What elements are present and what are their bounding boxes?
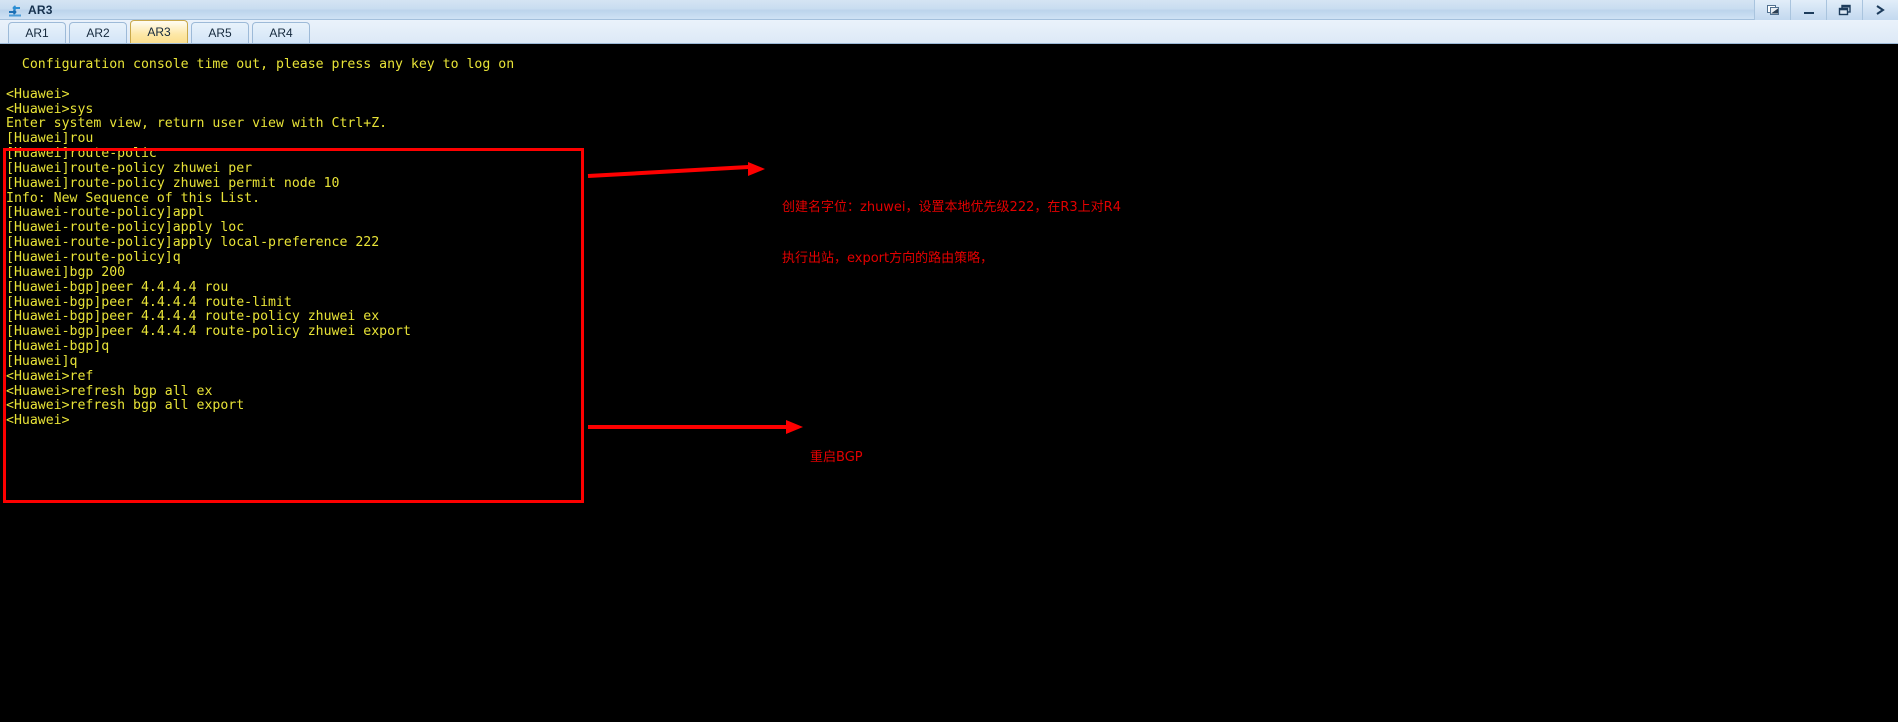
tab-ar2[interactable]: AR2 xyxy=(69,22,127,43)
console-output: Configuration console time out, please p… xyxy=(0,44,1898,429)
console-line: [Huawei]q xyxy=(6,353,78,369)
tab-ar1[interactable]: AR1 xyxy=(8,22,66,43)
tab-label: AR4 xyxy=(269,26,293,40)
console-line: Info: New Sequence of this List. xyxy=(6,190,261,206)
window-titlebar: AR3 xyxy=(0,0,1898,20)
console-line: [Huawei-bgp]peer 4.4.4.4 rou xyxy=(6,279,229,295)
window-controls xyxy=(1754,0,1898,20)
device-tabbar: AR1 AR2 AR3 AR5 AR4 xyxy=(0,20,1898,44)
restart-bgp-note-line1: 重启BGP xyxy=(810,450,863,465)
console-line: <Huawei>refresh bgp all export xyxy=(6,398,245,414)
tab-label: AR1 xyxy=(25,26,49,40)
maximize-window-button[interactable] xyxy=(1826,0,1862,20)
console-line: [Huawei]route-policy zhuwei permit node … xyxy=(6,175,340,191)
console-line: <Huawei> xyxy=(6,413,70,429)
console-line: Enter system view, return user view with… xyxy=(6,116,388,132)
console-line: [Huawei-bgp]peer 4.4.4.4 route-policy zh… xyxy=(6,309,380,325)
tab-ar3[interactable]: AR3 xyxy=(130,20,188,43)
console-line: [Huawei-bgp]q xyxy=(6,339,110,355)
console-terminal[interactable]: Configuration console time out, please p… xyxy=(0,44,1898,722)
router-icon xyxy=(7,2,23,18)
tab-label: AR2 xyxy=(86,26,110,40)
console-line: [Huawei-route-policy]q xyxy=(6,249,181,265)
console-line: [Huawei]route-polic xyxy=(6,146,157,162)
console-line: [Huawei-bgp]peer 4.4.4.4 route-limit xyxy=(6,294,292,310)
console-line: [Huawei-bgp]peer 4.4.4.4 route-policy zh… xyxy=(6,324,411,340)
console-line: [Huawei-route-policy]apply local-prefere… xyxy=(6,235,380,251)
application-window: AR3 AR1 AR2 AR3 AR5 AR4 Configuration co… xyxy=(0,0,1898,722)
tab-label: AR5 xyxy=(208,26,232,40)
console-line: <Huawei> xyxy=(6,86,70,102)
tab-ar5[interactable]: AR5 xyxy=(191,22,249,43)
tab-label: AR3 xyxy=(147,25,171,39)
window-title: AR3 xyxy=(28,2,53,17)
console-line: Configuration console time out, please p… xyxy=(6,57,515,72)
tab-ar4[interactable]: AR4 xyxy=(252,22,310,43)
minimize-window-button[interactable] xyxy=(1790,0,1826,20)
console-line: [Huawei]bgp 200 xyxy=(6,264,126,280)
close-window-button[interactable] xyxy=(1862,0,1898,20)
console-line: [Huawei]route-policy zhuwei per xyxy=(6,160,253,176)
console-line: [Huawei-route-policy]apply loc xyxy=(6,220,245,236)
restore-window-button[interactable] xyxy=(1754,0,1790,20)
console-line: <Huawei>sys xyxy=(6,101,94,117)
console-line: [Huawei]rou xyxy=(6,131,94,147)
console-line: <Huawei>refresh bgp all ex xyxy=(6,383,213,399)
console-line: <Huawei>ref xyxy=(6,368,94,384)
console-line: [Huawei-route-policy]appl xyxy=(6,205,205,221)
